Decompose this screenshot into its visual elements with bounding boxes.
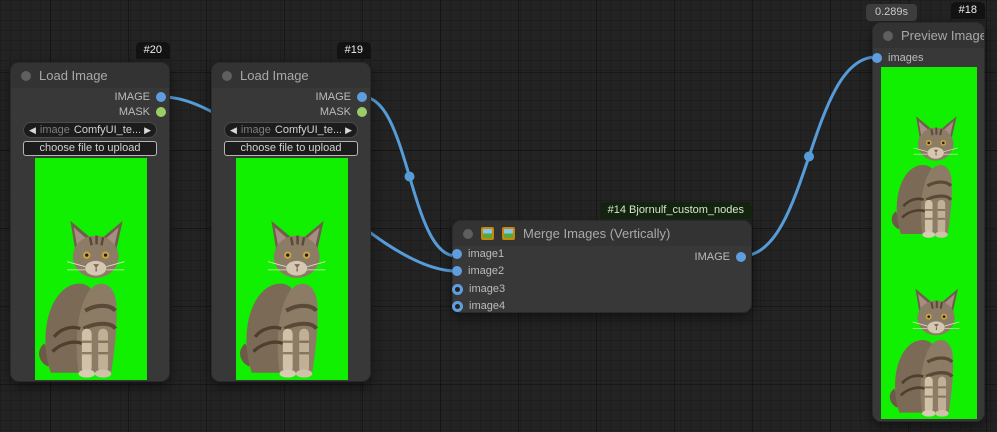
output-slot-image: IMAGE [316,90,367,104]
input-slot-image1: image1 [452,247,504,261]
combo-next-arrow-icon[interactable]: ▶ [345,122,352,138]
picture-icon [502,227,515,240]
combo-widget-value: ComfyUI_te... [275,124,341,136]
combo-prev-arrow-icon[interactable]: ◀ [29,122,36,138]
image-output-dot[interactable] [357,92,367,102]
preview-image-thumbnail [881,67,977,419]
choose-file-button[interactable]: choose file to upload [23,141,157,156]
node-title-bar[interactable]: Load Image [212,63,370,88]
cat-image [36,214,134,378]
loaded-image-thumbnail [236,158,348,380]
node-title: Load Image [39,68,108,83]
image-output-dot[interactable] [156,92,166,102]
merge-images-node-14[interactable]: Merge Images (Vertically) image1 image2 … [452,220,752,313]
node-title-bar[interactable]: Load Image [11,63,169,88]
input-slot-label: image2 [468,265,504,277]
picture-icon [481,227,494,240]
image1-input-dot[interactable] [452,249,462,259]
output-slot-mask: MASK [320,105,367,119]
output-slot-label: IMAGE [115,91,150,103]
combo-widget-name: image [40,124,70,136]
node-title: Merge Images (Vertically) [523,226,670,241]
node-id-badge-18: #18 [951,2,985,19]
image-filename-combo[interactable]: ◀ image ComfyUI_te... ▶ [23,122,157,138]
node-title: Load Image [240,68,309,83]
input-slot-label: image3 [469,283,505,295]
collapse-dot[interactable] [883,31,893,41]
image3-input-dot[interactable] [452,284,463,295]
input-slot-label: image4 [469,300,505,312]
choose-file-button[interactable]: choose file to upload [224,141,358,156]
image4-input-dot[interactable] [452,301,463,312]
output-slot-mask: MASK [119,105,166,119]
combo-prev-arrow-icon[interactable]: ◀ [230,122,237,138]
output-slot-image: IMAGE [115,90,166,104]
image2-input-dot[interactable] [452,266,462,276]
cat-image-top [889,111,965,238]
input-slot-image4: image4 [452,299,505,313]
output-slot-label: IMAGE [316,91,351,103]
execution-time-badge: 0.289s [866,4,917,21]
node-title-bar[interactable]: Preview Image [873,23,984,48]
collapse-dot[interactable] [463,229,473,239]
node-id-badge-14: #14 Bjornulf_custom_nodes [600,202,752,219]
cat-image-bottom [887,283,967,417]
combo-widget-name: image [241,124,271,136]
node-id-badge-19: #19 [337,42,371,59]
mask-output-dot[interactable] [156,107,166,117]
node-title-bar[interactable]: Merge Images (Vertically) [453,221,751,246]
output-slot-label: IMAGE [695,251,730,263]
collapse-dot[interactable] [222,71,232,81]
wire-midpoint-dot [405,172,415,182]
output-slot-image: IMAGE [695,250,746,264]
output-slot-label: MASK [119,106,150,118]
load-image-node-19[interactable]: Load Image IMAGE MASK ◀ image ComfyUI_te… [211,62,371,382]
input-slot-images: images [872,51,923,65]
load-image-node-20[interactable]: Load Image IMAGE MASK ◀ image ComfyUI_te… [10,62,170,382]
input-slot-image2: image2 [452,264,504,278]
node-title: Preview Image [901,28,984,43]
collapse-dot[interactable] [21,71,31,81]
combo-widget-value: ComfyUI_te... [74,124,140,136]
image-filename-combo[interactable]: ◀ image ComfyUI_te... ▶ [224,122,358,138]
node-id-badge-20: #20 [136,42,170,59]
loaded-image-thumbnail [35,158,147,380]
image-output-dot[interactable] [736,252,746,262]
node-graph-canvas[interactable]: #20 #19 #14 Bjornulf_custom_nodes #18 0.… [0,0,997,432]
combo-next-arrow-icon[interactable]: ▶ [144,122,151,138]
input-slot-image3: image3 [452,282,505,296]
mask-output-dot[interactable] [357,107,367,117]
cat-image [237,214,335,378]
output-slot-label: MASK [320,106,351,118]
preview-image-node-18[interactable]: Preview Image images [872,22,985,422]
input-slot-label: images [888,52,923,64]
input-slot-label: image1 [468,248,504,260]
images-input-dot[interactable] [872,53,882,63]
wire-midpoint-dot [804,152,814,162]
